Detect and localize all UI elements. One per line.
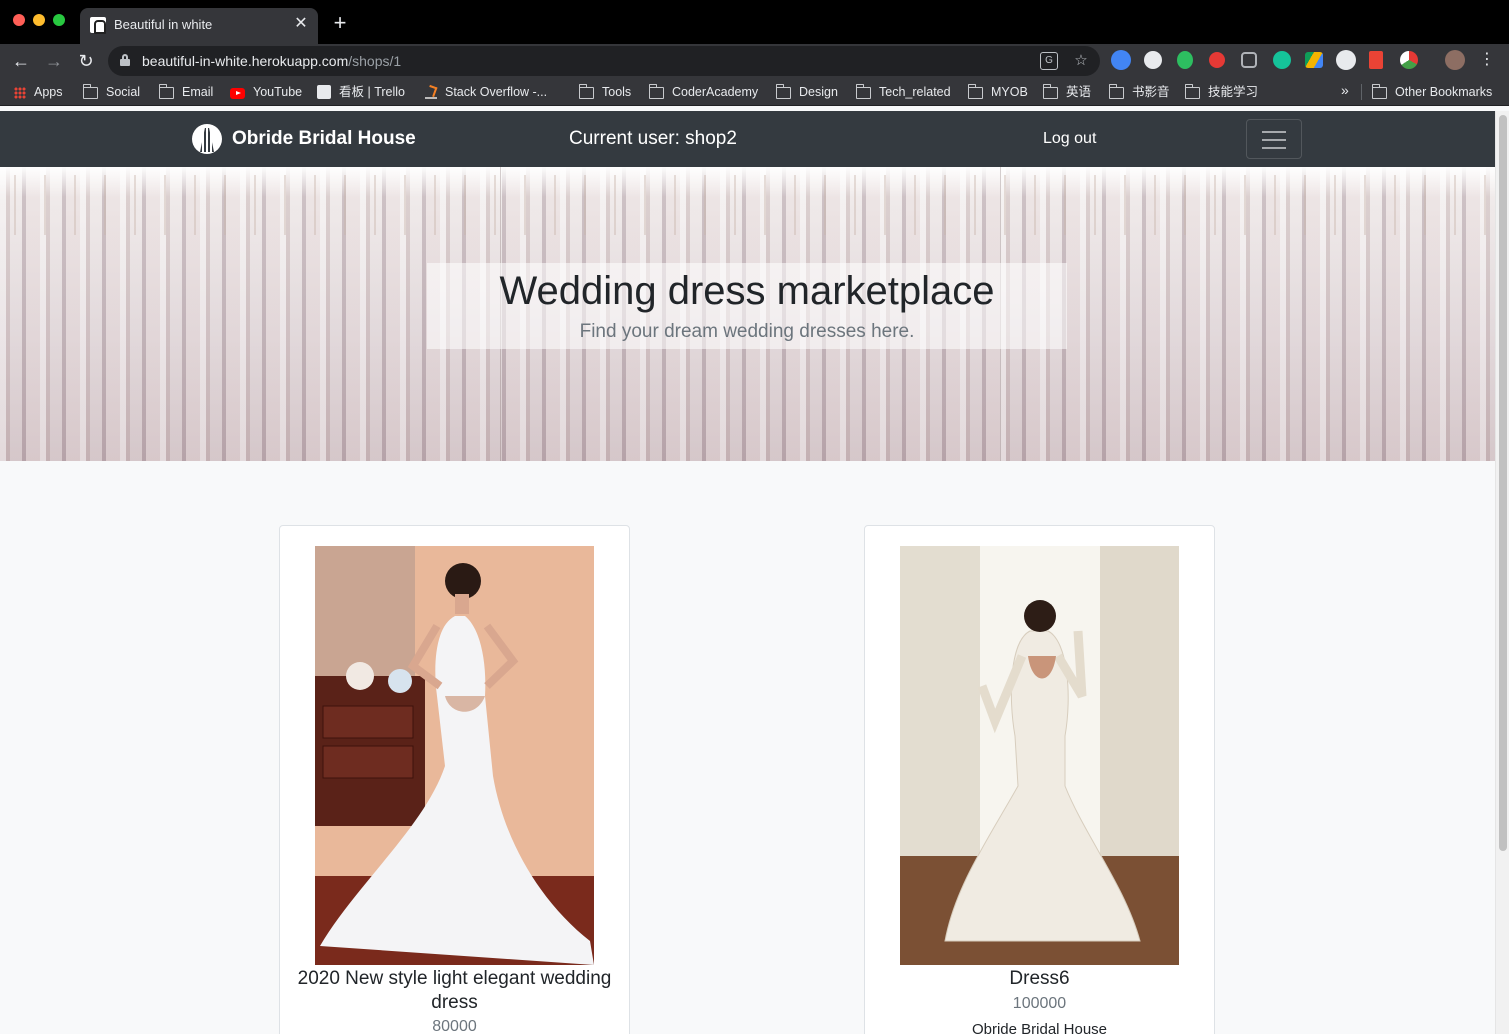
bookmark-skills[interactable]: 技能学习 [1184, 83, 1258, 101]
web-page: Obride Bridal House Current user: shop2 … [0, 111, 1495, 1034]
pinterest-icon[interactable] [1336, 50, 1356, 70]
bookmarks-bar: Apps Social Email YouTube 看板 | Trello St… [0, 78, 1509, 106]
brand-name: Obride Bridal House [232, 128, 416, 149]
page-scrollbar[interactable] [1495, 111, 1509, 1034]
forward-arrow-icon[interactable]: → [41, 48, 67, 74]
bookmark-other-bookmarks[interactable]: Other Bookmarks [1371, 83, 1492, 101]
bride-photo-image [315, 546, 594, 965]
folder-icon [648, 84, 664, 99]
lock-icon[interactable] [120, 54, 130, 66]
pocket-icon[interactable] [1241, 52, 1257, 68]
google-drive-icon[interactable] [1305, 52, 1323, 68]
bookmark-trello[interactable]: 看板 | Trello [317, 83, 405, 101]
bookmark-stackoverflow[interactable]: Stack Overflow -... [425, 83, 547, 101]
product-title[interactable]: Dress6 [875, 967, 1204, 991]
site-navbar: Obride Bridal House Current user: shop2 … [0, 111, 1495, 167]
bookmark-email[interactable]: Email [158, 83, 213, 101]
brand-link[interactable]: Obride Bridal House [192, 123, 416, 155]
product-price: 80000 [432, 1018, 477, 1034]
bookmark-star-icon[interactable]: ☆ [1072, 52, 1090, 70]
folder-icon [1184, 84, 1200, 99]
translate-icon[interactable]: G [1040, 52, 1058, 70]
youtube-icon [230, 88, 245, 99]
dress-logo-icon [192, 124, 222, 154]
back-arrow-icon[interactable]: ← [8, 48, 34, 74]
grammarly-icon[interactable] [1273, 51, 1291, 69]
bookmark-myob[interactable]: MYOB [967, 83, 1028, 101]
window-zoom-button[interactable] [53, 14, 65, 26]
product-image[interactable] [315, 546, 594, 965]
folder-icon [1108, 84, 1124, 99]
product-image[interactable] [900, 546, 1179, 965]
folder-icon [967, 84, 983, 99]
trello-icon [317, 85, 331, 99]
bookmark-english[interactable]: 英语 [1042, 83, 1091, 101]
folder-icon [158, 84, 174, 99]
browser-tab-bar: Beautiful in white ✕ + [0, 0, 1509, 44]
hero-background-image [0, 175, 1495, 235]
bride-photo-image [900, 546, 1179, 965]
folder-icon [775, 84, 791, 99]
folder-icon [1371, 84, 1387, 99]
product-card[interactable]: 2020 New style light elegant wedding dre… [279, 525, 630, 1034]
extension-color-icon[interactable] [1400, 51, 1418, 69]
bookmark-youtube[interactable]: YouTube [230, 83, 302, 101]
hero-subtitle: Find your dream wedding dresses here. [579, 321, 915, 342]
evernote-extension-icon[interactable] [1177, 51, 1193, 69]
site-favicon-icon [90, 17, 106, 34]
bookmark-tools[interactable]: Tools [578, 83, 631, 101]
product-card[interactable]: Dress6 100000 Obride Bridal House [864, 525, 1215, 1034]
folder-icon [855, 84, 871, 99]
bookmark-social[interactable]: Social [82, 83, 140, 101]
browser-tab[interactable]: Beautiful in white ✕ [80, 8, 318, 44]
product-title[interactable]: 2020 New style light elegant wedding dre… [290, 967, 619, 1015]
tab-title: Beautiful in white [114, 17, 213, 32]
onepassword-extension-icon[interactable] [1144, 51, 1162, 69]
folder-icon [578, 84, 594, 99]
window-minimize-button[interactable] [33, 14, 45, 26]
address-bar[interactable]: beautiful-in-white.herokuapp.com/shops/1… [108, 46, 1100, 76]
hero-title: Wedding dress marketplace [499, 269, 995, 313]
bookmark-apps[interactable]: Apps [14, 83, 63, 101]
stackoverflow-icon [425, 85, 437, 99]
profile-avatar[interactable] [1445, 50, 1465, 70]
bookmark-design[interactable]: Design [775, 83, 838, 101]
folder-icon [82, 84, 98, 99]
scrollbar-thumb[interactable] [1499, 115, 1507, 851]
product-price: 100000 [1012, 995, 1067, 1012]
bookmarks-divider [1361, 84, 1362, 100]
bookmarks-overflow-button[interactable]: » [1341, 82, 1349, 98]
apps-icon [14, 87, 26, 99]
current-user-label: Current user: shop2 [569, 128, 737, 149]
folder-icon [1042, 84, 1058, 99]
logout-link[interactable]: Log out [1043, 130, 1096, 148]
new-tab-button[interactable]: + [330, 12, 350, 34]
extension-red-icon[interactable] [1209, 52, 1225, 68]
bookmark-books-movies[interactable]: 书影音 [1108, 83, 1170, 101]
window-close-button[interactable] [13, 14, 25, 26]
google-translate-extension-icon[interactable] [1111, 50, 1131, 70]
chrome-menu-icon[interactable]: ⋮ [1479, 50, 1495, 70]
reload-icon[interactable]: ↻ [73, 48, 99, 74]
product-shop-name: Obride Bridal House [971, 1021, 1108, 1034]
bookmark-coderacademy[interactable]: CoderAcademy [648, 83, 758, 101]
url-text[interactable]: beautiful-in-white.herokuapp.com/shops/1 [142, 53, 401, 69]
browser-toolbar: ← → ↻ beautiful-in-white.herokuapp.com/s… [0, 44, 1509, 78]
hero-caption: Wedding dress marketplace Find your drea… [427, 263, 1067, 349]
hamburger-menu-icon [1262, 131, 1286, 149]
hero-banner: Wedding dress marketplace Find your drea… [0, 167, 1495, 461]
tab-close-icon[interactable]: ✕ [292, 15, 310, 33]
extension-flag-icon[interactable] [1369, 51, 1383, 69]
navbar-toggler-button[interactable] [1246, 119, 1302, 159]
bookmark-tech-related[interactable]: Tech_related [855, 83, 951, 101]
